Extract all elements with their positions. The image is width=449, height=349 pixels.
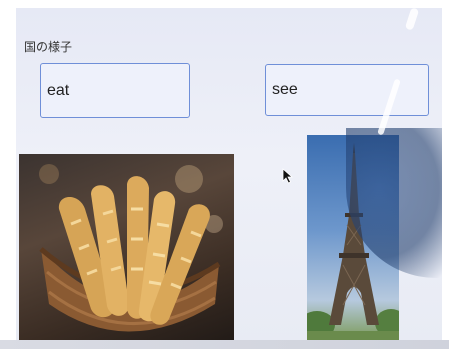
- answer-input-right[interactable]: see: [265, 64, 429, 116]
- section-title: 国の様子: [24, 40, 73, 54]
- bread-basket-icon: [39, 164, 223, 332]
- answer-input-left[interactable]: eat: [40, 63, 190, 118]
- photo-frame: 国の様子 eat see: [0, 0, 449, 349]
- screen: 国の様子 eat see: [16, 8, 442, 346]
- mouse-pointer-icon: [282, 168, 294, 184]
- monitor-bezel: [0, 340, 449, 349]
- bread-basket-image[interactable]: [19, 154, 234, 346]
- screen-glare: [404, 8, 420, 31]
